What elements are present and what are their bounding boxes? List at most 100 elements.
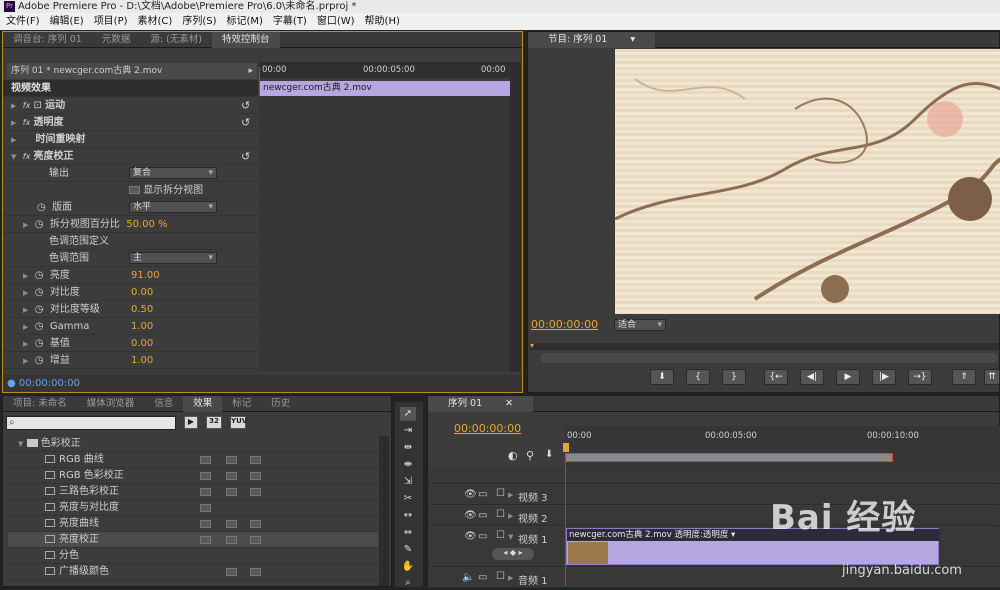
stopwatch-icon[interactable]: ◷ — [35, 355, 44, 366]
fit-dropdown[interactable]: 适合 — [614, 319, 666, 331]
effects-scrollbar[interactable] — [379, 436, 389, 586]
add-marker-icon[interactable]: ⬇ — [545, 449, 553, 460]
expand-triangle-icon[interactable]: ▶ — [23, 357, 28, 365]
playhead-handle-icon[interactable] — [563, 443, 569, 452]
gain-value[interactable]: 1.00 — [131, 352, 153, 369]
snap-icon[interactable]: ◐ — [508, 449, 518, 462]
expand-triangle-icon[interactable]: ▶ — [23, 323, 28, 331]
eye-icon[interactable]: 👁 — [464, 510, 477, 521]
pen-tool-icon[interactable]: ✎ — [400, 543, 416, 557]
razor-tool-icon[interactable]: ✂ — [400, 492, 416, 506]
menu-edit[interactable]: 编辑(E) — [44, 16, 88, 27]
32bit-effects-icon[interactable]: 32 — [206, 416, 222, 429]
ec-timecode[interactable]: 00:00:00:00 — [19, 378, 80, 389]
accelerated-effects-icon[interactable]: ▶ — [184, 416, 198, 429]
expand-triangle-icon[interactable]: ▶ — [508, 512, 513, 520]
tab-markers[interactable]: 标记 — [222, 396, 261, 412]
zoom-tool-icon[interactable]: ⌕ — [400, 576, 416, 590]
brightness-value[interactable]: 91.00 — [131, 267, 160, 284]
effect-row-motion[interactable]: ▶ fx ⊡ 运动 ↺ — [3, 97, 258, 114]
expand-triangle-icon[interactable]: ▶ — [508, 491, 513, 499]
expand-triangle-icon[interactable]: ▶ — [508, 574, 513, 582]
rolling-edit-tool-icon[interactable]: ⇼ — [400, 458, 416, 472]
stopwatch-icon[interactable]: ◷ — [35, 270, 44, 281]
yuv-effects-icon[interactable]: YUV — [230, 416, 247, 429]
tab-source[interactable]: 源: (无素材) — [140, 32, 212, 48]
play-icon[interactable]: ▸ — [248, 63, 253, 79]
expand-triangle-icon[interactable]: ▶ — [23, 340, 28, 348]
effect-row-opacity[interactable]: ▶ fx 透明度 ↺ — [3, 114, 258, 131]
mark-out-button[interactable]: } — [722, 369, 746, 385]
stopwatch-icon[interactable]: ◷ — [35, 287, 44, 298]
step-back-button[interactable]: ◀| — [800, 369, 824, 385]
reset-icon[interactable]: ↺ — [241, 114, 250, 131]
menu-title[interactable]: 字幕(T) — [267, 16, 311, 27]
tab-media-browser[interactable]: 媒体浏览器 — [77, 396, 145, 412]
ec-scrollbar[interactable] — [510, 62, 521, 372]
close-icon[interactable]: ✕ — [495, 396, 523, 412]
ripple-edit-tool-icon[interactable]: ⇹ — [400, 441, 416, 455]
output-dropdown[interactable]: 复合 — [129, 167, 217, 179]
track-select-tool-icon[interactable]: ⇥ — [400, 424, 416, 438]
selection-tool-icon[interactable]: ➚ — [400, 407, 416, 421]
tab-menu-icon[interactable]: ▾ — [620, 32, 645, 48]
program-timeline-ruler[interactable]: ▾ — [530, 341, 999, 350]
lock-box[interactable]: ☐ — [496, 571, 505, 582]
list-item[interactable]: 三路色彩校正 — [8, 484, 378, 500]
lock-box[interactable]: ☐ — [496, 488, 505, 499]
collapse-triangle-icon[interactable]: ▼ — [8, 440, 23, 448]
effect-folder-color-correction[interactable]: ▼ 色彩校正 — [8, 436, 378, 452]
expand-triangle-icon[interactable]: ▶ — [11, 119, 16, 127]
speaker-icon[interactable]: 🔈 — [462, 572, 474, 583]
go-to-in-button[interactable]: {← — [764, 369, 788, 385]
tonal-range-dropdown[interactable]: 主 — [129, 252, 217, 264]
menu-project[interactable]: 项目(P) — [88, 16, 132, 27]
stopwatch-icon[interactable]: ◷ — [35, 321, 44, 332]
menu-file[interactable]: 文件(F) — [0, 16, 44, 27]
contrast-level-value[interactable]: 0.50 — [131, 301, 153, 318]
add-marker-button[interactable]: ⬇ — [650, 369, 674, 385]
tab-program[interactable]: 节目: 序列 01 ▾ — [528, 32, 656, 48]
list-item[interactable]: 分色 — [8, 548, 378, 564]
slip-tool-icon[interactable]: ↔ — [400, 509, 416, 523]
effects-search-input[interactable]: ⌕ — [6, 416, 176, 430]
tab-info[interactable]: 信息 — [144, 396, 183, 412]
stopwatch-icon[interactable]: ◷ — [35, 338, 44, 349]
expand-triangle-icon[interactable]: ▶ — [23, 272, 28, 280]
contrast-value[interactable]: 0.00 — [131, 284, 153, 301]
reset-icon[interactable]: ↺ — [241, 148, 250, 165]
eye-icon[interactable]: 👁 — [464, 489, 477, 500]
collapse-triangle-icon[interactable]: ▼ — [11, 153, 16, 161]
keyframe-nav-icon[interactable]: ◂ ◆ ▸ — [492, 548, 534, 560]
menu-window[interactable]: 窗口(W) — [311, 16, 359, 27]
pedestal-value[interactable]: 0.00 — [131, 335, 153, 352]
step-forward-button[interactable]: |▶ — [872, 369, 896, 385]
tab-history[interactable]: 历史 — [261, 396, 300, 412]
reset-icon[interactable]: ↺ — [241, 97, 250, 114]
tab-effect-controls[interactable]: 特效控制台 — [212, 32, 280, 48]
list-item[interactable]: 亮度与对比度 — [8, 500, 378, 516]
rate-stretch-tool-icon[interactable]: ⇲ — [400, 475, 416, 489]
lock-box[interactable]: ☐ — [496, 530, 505, 541]
menu-sequence[interactable]: 序列(S) — [176, 16, 220, 27]
menu-help[interactable]: 帮助(H) — [359, 16, 404, 27]
list-item[interactable]: 亮度曲线 — [8, 516, 378, 532]
expand-triangle-icon[interactable]: ▶ — [23, 306, 28, 314]
timeline-ruler[interactable]: 00:00 00:00:05:00 00:00:10:00 — [563, 426, 1000, 468]
mark-in-button[interactable]: { — [686, 369, 710, 385]
gamma-value[interactable]: 1.00 — [131, 318, 153, 335]
collapse-triangle-icon[interactable]: ▼ — [508, 533, 513, 541]
menu-clip[interactable]: 素材(C) — [132, 16, 177, 27]
slide-tool-icon[interactable]: ⇔ — [400, 526, 416, 540]
tab-sequence[interactable]: 序列 01 ✕ — [428, 396, 534, 412]
layout-dropdown[interactable]: 水平 — [129, 201, 217, 213]
playhead-icon[interactable]: ▾ — [530, 341, 534, 350]
effect-row-luma-corrector[interactable]: ▼ fx 亮度校正 ↺ — [3, 148, 258, 165]
list-item[interactable]: RGB 曲线 — [8, 452, 378, 468]
hand-tool-icon[interactable]: ✋ — [400, 560, 416, 574]
split-view-checkbox[interactable] — [129, 186, 140, 194]
effect-row-time-remap[interactable]: ▶ 时间重映射 — [3, 131, 258, 148]
expand-triangle-icon[interactable]: ▶ — [11, 102, 16, 110]
timeline-timecode[interactable]: 00:00:00:00 — [454, 422, 521, 435]
eye-icon[interactable]: 👁 — [464, 531, 477, 542]
